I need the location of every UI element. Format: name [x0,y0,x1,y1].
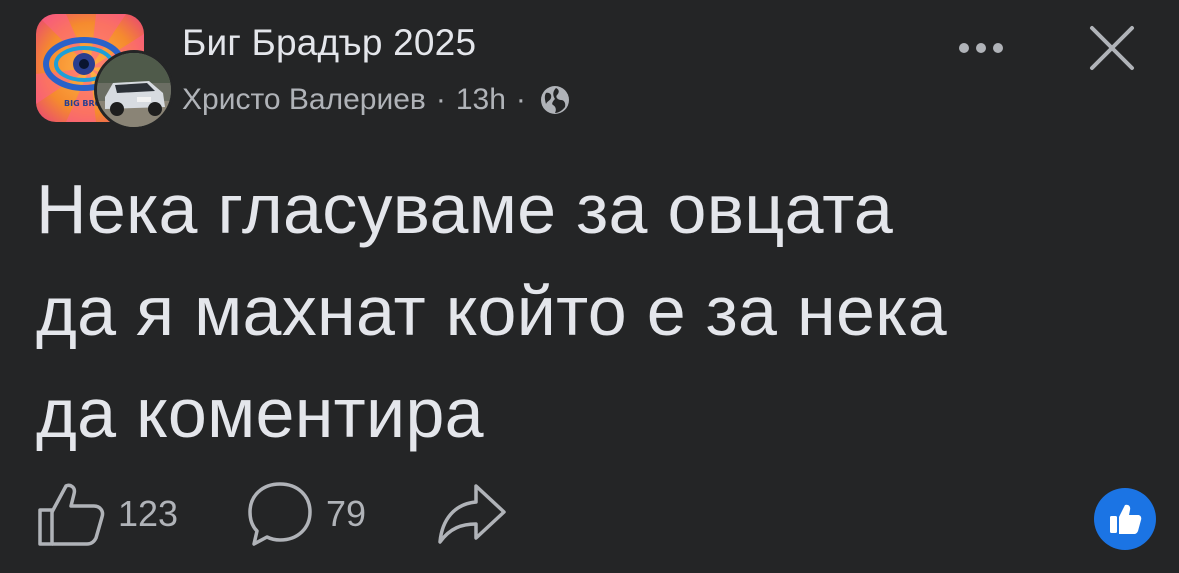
more-horizontal-icon [959,43,1003,53]
user-avatar[interactable] [94,50,174,130]
car-photo [97,53,171,127]
globe-icon [538,83,572,117]
post-card: BIG BRO Биг Брадър 2025 Христо Валериев … [0,0,1179,573]
post-time[interactable]: 13h [456,83,506,117]
thumbs-up-icon [38,483,105,546]
author-name[interactable]: Христо Валериев [182,83,426,117]
post-text-line: да я махнат който е за нека [36,272,947,350]
close-icon [1090,26,1134,70]
post-meta: Христо Валериев · 13h · [182,82,572,118]
like-reaction-icon [1110,504,1142,534]
share-button[interactable] [436,478,508,550]
like-count: 123 [118,493,179,534]
like-button[interactable]: 123 [36,478,178,550]
close-button[interactable] [1082,22,1142,74]
meta-separator: · [435,83,446,116]
like-reaction-badge[interactable] [1094,488,1156,550]
post-text-line: Нека гласуваме за овцата [36,170,894,248]
post-text: Нека гласуваме за овцата да я махнат кой… [36,158,1136,464]
meta-separator: · [515,83,526,116]
avatar-group[interactable]: BIG BRO [36,14,174,130]
comment-bubble-icon [248,482,312,546]
comment-button[interactable]: 79 [244,478,366,550]
more-options-button[interactable] [950,30,1012,66]
comment-count: 79 [326,493,367,534]
post-text-line: да коментира [36,374,484,452]
share-arrow-icon [438,484,506,544]
group-name[interactable]: Биг Брадър 2025 [182,22,476,64]
